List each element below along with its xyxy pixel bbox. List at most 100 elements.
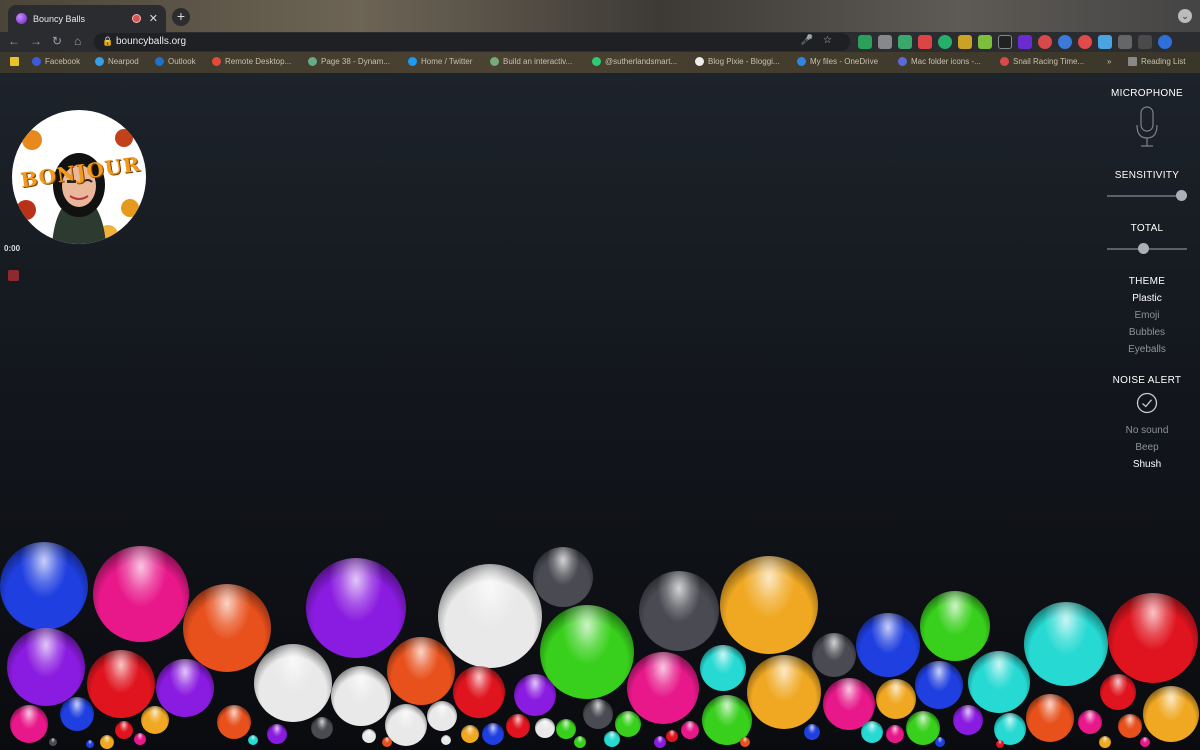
extension-icon[interactable] [938, 35, 952, 49]
sensitivity-slider-knob[interactable] [1176, 190, 1187, 201]
noise-option-shush[interactable]: Shush [1100, 459, 1194, 470]
blue-ball [804, 724, 820, 740]
orange-ball [387, 637, 455, 705]
facebook-icon [32, 57, 41, 66]
star-icon [898, 57, 907, 66]
noise-option-no-sound[interactable]: No sound [1100, 425, 1194, 436]
pink-ball [134, 733, 146, 745]
reload-icon[interactable]: ↻ [52, 34, 62, 48]
bookmark-item[interactable]: Blog Pixie - Bloggi... [695, 57, 780, 66]
gray-ball [49, 738, 57, 746]
apps-icon[interactable] [10, 57, 23, 66]
sutherland-icon [592, 57, 601, 66]
extension-icon[interactable] [898, 35, 912, 49]
extension-icon[interactable] [1058, 35, 1072, 49]
orange-ball [1118, 714, 1142, 738]
theme-option-emoji[interactable]: Emoji [1100, 310, 1194, 321]
bouncy-balls-page: BONJOUR 0:00 MICROPHONE SENSITIVITY TOTA… [0, 74, 1200, 750]
timer: 0:00 [4, 244, 21, 253]
bookmark-item[interactable]: Build an interactiv... [490, 57, 572, 66]
blue-ball [935, 737, 945, 747]
theme-option-eyeballs[interactable]: Eyeballs [1100, 344, 1194, 355]
stop-button[interactable] [8, 270, 19, 281]
theme-option-bubbles[interactable]: Bubbles [1100, 327, 1194, 338]
yellow-ball [876, 679, 916, 719]
extension-icon[interactable] [978, 35, 992, 49]
extension-icon[interactable] [1138, 35, 1152, 49]
purple-ball [654, 736, 666, 748]
gray-ball [639, 571, 719, 651]
white-ball [438, 564, 542, 668]
forward-icon[interactable]: → [30, 34, 42, 48]
total-slider-knob[interactable] [1138, 243, 1150, 254]
extension-icon[interactable] [918, 35, 932, 49]
cyan-ball [604, 731, 620, 747]
theme-option-plastic[interactable]: Plastic [1100, 293, 1194, 304]
pink-ball [627, 652, 699, 724]
bookmark-item[interactable]: Nearpod [95, 57, 139, 66]
yellow-ball [747, 655, 821, 729]
noise-option-beep[interactable]: Beep [1100, 442, 1194, 453]
extension-icon[interactable] [858, 35, 872, 49]
back-icon[interactable]: ← [8, 34, 20, 48]
close-tab-icon[interactable]: ✕ [149, 12, 158, 25]
red-ball [996, 740, 1004, 748]
home-icon[interactable]: ⌂ [74, 34, 81, 48]
bookmark-item[interactable]: Remote Desktop... [212, 57, 291, 66]
bookmark-item[interactable]: Facebook [32, 57, 80, 66]
extension-icon[interactable] [998, 35, 1012, 49]
red-ball [1108, 593, 1198, 683]
microphone-icon[interactable] [1135, 105, 1159, 152]
more-bookmarks-button[interactable]: » [1107, 57, 1111, 66]
extension-icon[interactable] [958, 35, 972, 49]
green-ball [556, 719, 576, 739]
address-bar[interactable]: 🔒 bouncyballs.org 🎤☆ [94, 33, 850, 51]
window-titlebar: Bouncy Balls ✕ + ⌄ [0, 0, 1200, 32]
pink-ball [10, 705, 48, 743]
noise-options: No sound Beep Shush [1100, 425, 1194, 470]
extension-icon[interactable] [1078, 35, 1092, 49]
yellow-ball [720, 556, 818, 654]
checkmark-circle-icon[interactable] [1136, 392, 1158, 414]
extension-icon[interactable] [1038, 35, 1052, 49]
white-ball [362, 729, 376, 743]
cyan-ball [700, 645, 746, 691]
yellow-ball [100, 735, 114, 749]
new-tab-button[interactable]: + [172, 8, 190, 26]
extension-icon[interactable] [878, 35, 892, 49]
pink-ball [886, 725, 904, 743]
red-ball [87, 650, 155, 718]
orange-ball [183, 584, 271, 672]
orange-ball [382, 737, 392, 747]
bookmark-item[interactable]: Home / Twitter [408, 57, 472, 66]
purple-ball [514, 674, 556, 716]
extension-icon[interactable] [1018, 35, 1032, 49]
gray-ball [583, 699, 613, 729]
browser-tab[interactable]: Bouncy Balls ✕ [8, 5, 166, 32]
reading-list-button[interactable]: Reading List [1128, 57, 1185, 66]
sensitivity-slider[interactable] [1107, 190, 1187, 201]
bookmark-item[interactable]: @sutherlandsmart... [592, 57, 677, 66]
bookmark-item[interactable]: My files - OneDrive [797, 57, 878, 66]
puzzle-icon[interactable] [1118, 35, 1132, 49]
twitter-icon [408, 57, 417, 66]
blue-ball [86, 740, 94, 748]
omnibox-actions[interactable]: 🎤☆ [801, 35, 842, 46]
bookmark-item[interactable]: Outlook [155, 57, 196, 66]
window-menu-icon[interactable]: ⌄ [1178, 9, 1192, 23]
pink-ball [1140, 737, 1150, 747]
bookmark-item[interactable]: Snail Racing Time... [1000, 57, 1084, 66]
yellow-ball [461, 725, 479, 743]
purple-ball [267, 724, 287, 744]
bookmark-item[interactable]: Page 38 - Dynam... [308, 57, 390, 66]
blue-ball [482, 723, 504, 745]
extension-icon[interactable] [1098, 35, 1112, 49]
profile-avatar[interactable] [1158, 35, 1172, 49]
cyan-ball [861, 721, 883, 743]
theme-options: Plastic Emoji Bubbles Eyeballs [1100, 293, 1194, 355]
bookmark-item[interactable]: Mac folder icons -... [898, 57, 981, 66]
noise-alert-toggle[interactable] [1136, 392, 1158, 419]
white-ball [535, 718, 555, 738]
total-slider[interactable] [1107, 243, 1187, 254]
total-label: TOTAL [1130, 223, 1164, 234]
